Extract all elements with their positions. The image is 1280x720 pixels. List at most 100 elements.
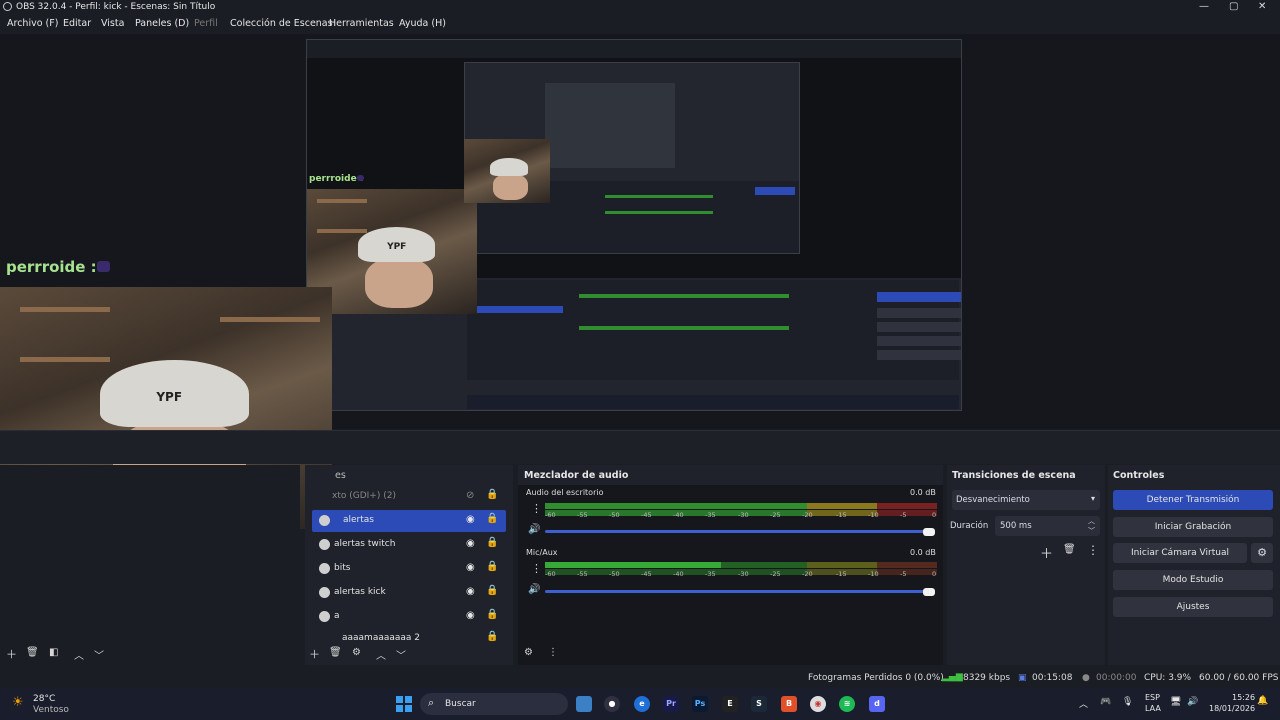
bitrate: 8329 kbps bbox=[963, 673, 1011, 683]
source-properties-icon[interactable]: ⚙ bbox=[352, 647, 361, 658]
tray-gamepad-icon[interactable]: 🎮 bbox=[1100, 697, 1111, 707]
virtual-camera-settings-icon[interactable]: ⚙ bbox=[1251, 543, 1273, 563]
remove-transition-icon[interactable]: 🗑 bbox=[1063, 544, 1076, 555]
maximize-button[interactable]: ▢ bbox=[1229, 1, 1238, 12]
minimize-button[interactable]: — bbox=[1199, 1, 1209, 12]
chrome-icon[interactable]: ◉ bbox=[810, 696, 826, 712]
close-button[interactable]: ✕ bbox=[1258, 1, 1266, 12]
menu-paneles[interactable]: Paneles (D) bbox=[135, 18, 189, 29]
brave-icon[interactable]: B bbox=[781, 696, 797, 712]
speaker-icon[interactable]: 🔊 bbox=[528, 524, 540, 535]
move-scene-down-icon[interactable]: ﹀ bbox=[94, 647, 104, 662]
source-item-a[interactable]: a ◉ 🔒 bbox=[312, 606, 506, 628]
stop-stream-button[interactable]: Detener Transmisión bbox=[1113, 490, 1273, 510]
scenes-panel: ＋ 🗑 ◧ ︿ ﹀ bbox=[0, 465, 300, 665]
volume-icon[interactable]: 🔊 bbox=[1187, 697, 1198, 707]
volume-slider-knob[interactable] bbox=[923, 528, 935, 536]
volume-slider[interactable] bbox=[545, 530, 935, 533]
file-explorer-icon[interactable] bbox=[576, 696, 592, 712]
move-source-up-icon[interactable]: ︿ bbox=[376, 647, 386, 662]
eye-icon[interactable]: ◉ bbox=[466, 562, 475, 573]
tray-chevron-icon[interactable]: ︿ bbox=[1079, 697, 1088, 710]
scene-filters-icon[interactable]: ◧ bbox=[49, 647, 58, 658]
duration-field[interactable]: 500 ms ︿ ﹀ bbox=[995, 516, 1100, 536]
input-language[interactable]: ESP bbox=[1145, 693, 1160, 702]
menu-vista[interactable]: Vista bbox=[101, 18, 124, 29]
channel-name: Mic/Aux bbox=[526, 548, 558, 557]
epic-games-icon[interactable]: E bbox=[722, 696, 738, 712]
lock-icon[interactable]: 🔒 bbox=[486, 489, 498, 500]
network-icon[interactable]: 🖥 bbox=[1170, 697, 1181, 707]
add-transition-icon[interactable]: ＋ bbox=[1040, 543, 1053, 562]
eye-icon[interactable]: ◉ bbox=[466, 610, 475, 621]
source-label: xto (GDI+) (2) bbox=[332, 491, 396, 501]
discord-icon[interactable]: d bbox=[869, 696, 885, 712]
obs-taskbar-icon[interactable]: ● bbox=[604, 696, 620, 712]
chevron-up-icon[interactable]: ︿ bbox=[1088, 516, 1095, 526]
add-scene-icon[interactable]: ＋ bbox=[6, 646, 17, 662]
dock-separator bbox=[0, 430, 1280, 464]
move-scene-up-icon[interactable]: ︿ bbox=[74, 647, 84, 662]
eye-icon[interactable]: ◉ bbox=[466, 538, 475, 549]
weather-icon[interactable]: ☀ bbox=[12, 695, 24, 710]
lock-icon[interactable]: 🔒 bbox=[486, 561, 498, 572]
transition-menu-icon[interactable]: ⋮ bbox=[1087, 543, 1099, 557]
eye-icon[interactable]: ◉ bbox=[466, 514, 475, 525]
status-bar: Fotogramas Perdidos 0 (0.0%) ▂▄▆ 8329 kb… bbox=[0, 669, 1280, 687]
chevron-down-icon[interactable]: ﹀ bbox=[1088, 526, 1095, 536]
remove-source-icon[interactable]: 🗑 bbox=[329, 647, 342, 658]
move-source-down-icon[interactable]: ﹀ bbox=[396, 647, 406, 662]
start-virtual-camera-button[interactable]: Iniciar Cámara Virtual bbox=[1113, 543, 1247, 563]
clock-date[interactable]: 18/01/2026 bbox=[1209, 704, 1255, 713]
volume-slider[interactable] bbox=[545, 590, 935, 593]
menu-editar[interactable]: Editar bbox=[63, 18, 91, 29]
advanced-audio-icon[interactable]: ⚙ bbox=[524, 647, 533, 658]
title-bar: OBS 32.0.4 - Perfil: kick - Escenas: Sin… bbox=[0, 0, 1280, 14]
menu-ayuda[interactable]: Ayuda (H) bbox=[399, 18, 446, 29]
menu-archivo[interactable]: Archivo (F) bbox=[7, 18, 58, 29]
source-item-alertas-kick[interactable]: alertas kick ◉ 🔒 bbox=[312, 582, 506, 604]
nested-menubar bbox=[307, 40, 961, 58]
source-item-alertas-twitch[interactable]: alertas twitch ◉ 🔒 bbox=[312, 534, 506, 556]
volume-slider-knob[interactable] bbox=[923, 588, 935, 596]
source-item-alertas[interactable]: alertas ◉ 🔒 bbox=[312, 510, 506, 532]
lock-icon[interactable]: 🔒 bbox=[486, 631, 498, 642]
source-item-gdi[interactable]: xto (GDI+) (2) ⊘ 🔒 bbox=[312, 486, 506, 508]
browser-source-icon bbox=[319, 539, 330, 550]
preview-canvas[interactable]: perrroide : YPF perrroide : YPF bbox=[0, 34, 1280, 529]
photoshop-icon[interactable]: Ps bbox=[692, 696, 708, 712]
menu-coleccion-escenas[interactable]: Colección de Escenas bbox=[230, 18, 333, 29]
premiere-icon[interactable]: Pr bbox=[663, 696, 679, 712]
lock-icon[interactable]: 🔒 bbox=[486, 537, 498, 548]
menu-perfil[interactable]: Perfil bbox=[194, 18, 218, 29]
steam-icon[interactable]: S bbox=[751, 696, 767, 712]
edge-icon[interactable]: e bbox=[634, 696, 650, 712]
lock-icon[interactable]: 🔒 bbox=[486, 609, 498, 620]
volume-meter bbox=[545, 562, 937, 568]
clock-time[interactable]: 15:26 bbox=[1232, 693, 1255, 702]
add-source-icon[interactable]: ＋ bbox=[309, 646, 320, 662]
mixer-menu-icon[interactable]: ⋮ bbox=[548, 647, 558, 658]
tray-mic-icon[interactable]: 🎙 bbox=[1122, 697, 1133, 707]
studio-mode-button[interactable]: Modo Estudio bbox=[1113, 570, 1273, 590]
channel-menu-icon[interactable]: ⋮ bbox=[531, 562, 542, 575]
remove-scene-icon[interactable]: 🗑 bbox=[26, 647, 39, 658]
source-item-bits[interactable]: bits ◉ 🔒 bbox=[312, 558, 506, 580]
eye-icon[interactable]: ◉ bbox=[466, 586, 475, 597]
speaker-icon[interactable]: 🔊 bbox=[528, 584, 540, 595]
transition-select[interactable]: Desvanecimiento ▾ bbox=[952, 490, 1100, 510]
input-language-2[interactable]: LAA bbox=[1145, 704, 1161, 713]
settings-button[interactable]: Ajustes bbox=[1113, 597, 1273, 617]
windows-start-icon[interactable] bbox=[396, 696, 412, 712]
source-item-group[interactable]: aaaamaaaaaaa 2 🔒 bbox=[312, 630, 506, 642]
taskbar-search[interactable]: ⌕ Buscar bbox=[420, 693, 568, 715]
source-label: a bbox=[334, 611, 340, 621]
notifications-icon[interactable]: 🔔 bbox=[1257, 696, 1268, 706]
start-recording-button[interactable]: Iniciar Grabación bbox=[1113, 517, 1273, 537]
lock-icon[interactable]: 🔒 bbox=[486, 513, 498, 524]
menu-herramientas[interactable]: Herramientas bbox=[329, 18, 394, 29]
channel-menu-icon[interactable]: ⋮ bbox=[531, 502, 542, 515]
lock-icon[interactable]: 🔒 bbox=[486, 585, 498, 596]
spotify-icon[interactable]: ≋ bbox=[839, 696, 855, 712]
eye-hidden-icon[interactable]: ⊘ bbox=[466, 490, 474, 501]
